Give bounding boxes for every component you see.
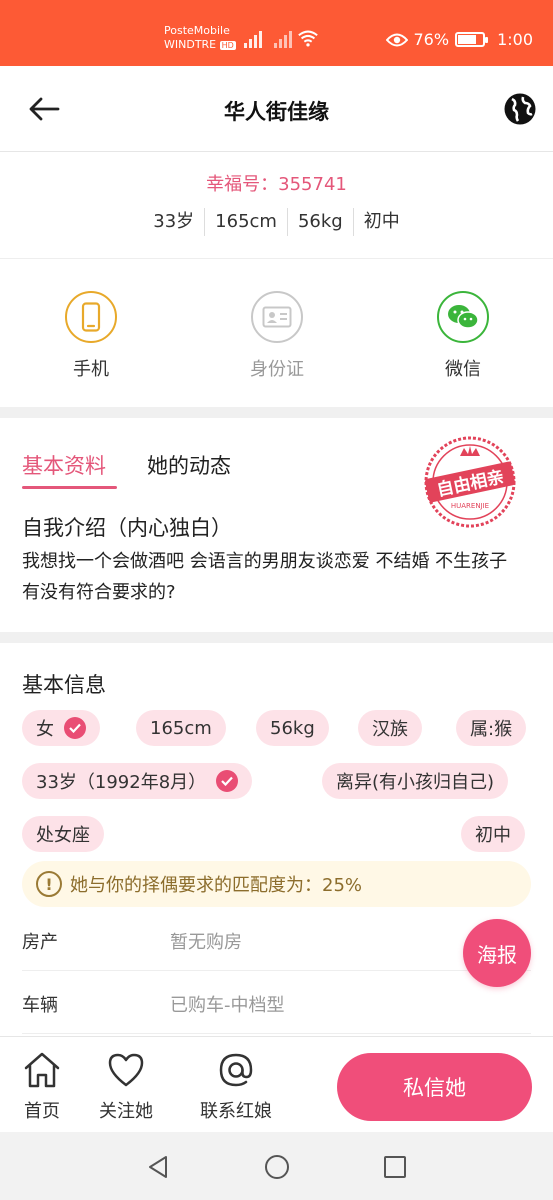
carrier-2: WINDTRE: [164, 38, 217, 51]
app-header: 华人街佳缘: [0, 66, 553, 152]
battery-icon: [455, 32, 489, 47]
carrier-info: PosteMobile WINDTRE HD: [164, 24, 236, 53]
heart-icon: [108, 1053, 144, 1087]
home-icon: [24, 1052, 60, 1088]
follow-label: 关注她: [99, 1101, 153, 1122]
verified-check-icon: [64, 717, 86, 739]
basic-info-section: 基本信息 女 165cm 56kg 汉族 属:猴 33岁（1992年8月） 离异…: [0, 643, 553, 1036]
eye-icon: [385, 33, 408, 46]
free-dating-stamp-icon: 自由相亲 HUARENJIE: [424, 436, 516, 528]
property-value: 暂无购房: [170, 932, 242, 953]
contact-matchmaker-button[interactable]: 联系红娘: [200, 1051, 272, 1123]
home-button[interactable]: 首页: [22, 1051, 62, 1123]
nav-home-icon[interactable]: [264, 1154, 290, 1180]
chip-marital-text: 离异(有小孩归自己): [336, 772, 495, 793]
nav-recents-icon[interactable]: [383, 1155, 407, 1179]
tab-indicator: [22, 486, 117, 489]
clock: 1:00: [497, 30, 533, 49]
battery-percent: 76%: [413, 30, 450, 49]
chip-constellation: 处女座: [22, 816, 104, 852]
chip-height-text: 165cm: [150, 717, 212, 739]
signal-icon-1: [244, 30, 264, 48]
vehicle-key: 车辆: [22, 995, 58, 1016]
age-stat: 33岁: [153, 211, 195, 232]
chip-constellation-text: 处女座: [36, 825, 90, 846]
follow-button[interactable]: 关注她: [99, 1051, 153, 1123]
poster-button[interactable]: 海报: [463, 919, 531, 987]
bottom-action-bar: 首页 关注她 联系红娘 私信她: [0, 1036, 553, 1132]
chip-weight: 56kg: [256, 710, 329, 746]
verify-phone-label: 手机: [73, 359, 109, 380]
chip-education-text: 初中: [475, 825, 511, 846]
exclamation-icon: !: [36, 871, 62, 897]
chip-ethnicity: 汉族: [358, 710, 422, 746]
property-key: 房产: [22, 932, 58, 953]
property-row: 房产 暂无购房: [22, 908, 531, 971]
weight-stat: 56kg: [286, 208, 353, 236]
wechat-icon: [437, 291, 489, 343]
id-card-icon: [251, 291, 303, 343]
height-stat: 165cm: [204, 208, 287, 236]
tab-basic-info[interactable]: 基本资料: [22, 450, 106, 480]
chip-height: 165cm: [136, 710, 226, 746]
chip-zodiac-text: 属:猴: [470, 719, 513, 740]
contact-label: 联系红娘: [200, 1101, 272, 1122]
wifi-icon: [298, 30, 318, 47]
stamp-subtext: HUARENJIE: [451, 502, 489, 510]
verify-id-label: 身份证: [250, 359, 304, 380]
status-right: 76% 1:00: [385, 30, 533, 49]
about-section: 基本资料 她的动态 自由相亲 HUARENJIE 自我介绍（内心独白） 我想找一…: [0, 418, 553, 632]
hd-badge: HD: [219, 41, 236, 50]
globe-icon[interactable]: [503, 92, 537, 126]
basic-info-title: 基本信息: [22, 673, 106, 697]
status-bar: PosteMobile WINDTRE HD 76% 1:00: [0, 0, 553, 66]
chip-gender-text: 女: [36, 719, 54, 740]
chip-age-text: 33岁（1992年8月）: [36, 772, 207, 793]
tab-moments[interactable]: 她的动态: [147, 450, 231, 480]
chip-weight-text: 56kg: [270, 717, 315, 739]
chip-age: 33岁（1992年8月）: [22, 763, 253, 799]
happiness-number: 幸福号：355741: [206, 174, 347, 195]
verify-phone[interactable]: 手机: [41, 291, 141, 381]
intro-title: 自我介绍（内心独白）: [22, 516, 232, 540]
verified-check-icon: [216, 770, 239, 792]
match-notice: ! 她与你的择偶要求的匹配度为：25%: [22, 861, 531, 907]
profile-stats: 33岁 165cm 56kg 初中: [0, 208, 553, 236]
verification-section: 手机 身份证 微信: [0, 259, 553, 407]
chip-ethnicity-text: 汉族: [372, 719, 408, 740]
education-stat: 初中: [352, 208, 410, 236]
vehicle-value: 已购车-中档型: [170, 995, 285, 1016]
intro-text: 我想找一个会做酒吧 会语言的男朋友谈恋爱 不结婚 不生孩子 有没有符合要求的?: [22, 551, 508, 603]
home-label: 首页: [24, 1101, 60, 1122]
phone-icon: [65, 291, 117, 343]
verify-wechat-label: 微信: [445, 359, 481, 380]
chip-gender: 女: [22, 710, 100, 746]
chip-zodiac: 属:猴: [456, 710, 527, 746]
private-message-button[interactable]: 私信她: [337, 1053, 532, 1121]
match-text: 她与你的择偶要求的匹配度为：25%: [70, 875, 363, 896]
chip-marital: 离异(有小孩归自己): [322, 763, 509, 799]
carrier-1: PosteMobile: [164, 24, 230, 37]
vehicle-row: 车辆 已购车-中档型: [22, 971, 531, 1034]
system-nav-bar: [0, 1132, 553, 1200]
verify-id-card[interactable]: 身份证: [227, 291, 327, 381]
verify-wechat[interactable]: 微信: [413, 291, 513, 381]
page-title: 华人街佳缘: [224, 100, 329, 124]
signal-icon-2: [274, 30, 294, 48]
nav-back-icon[interactable]: [146, 1154, 170, 1180]
at-icon: [219, 1053, 253, 1087]
chip-education: 初中: [461, 816, 525, 852]
profile-summary: 幸福号：355741 33岁 165cm 56kg 初中: [0, 152, 553, 259]
